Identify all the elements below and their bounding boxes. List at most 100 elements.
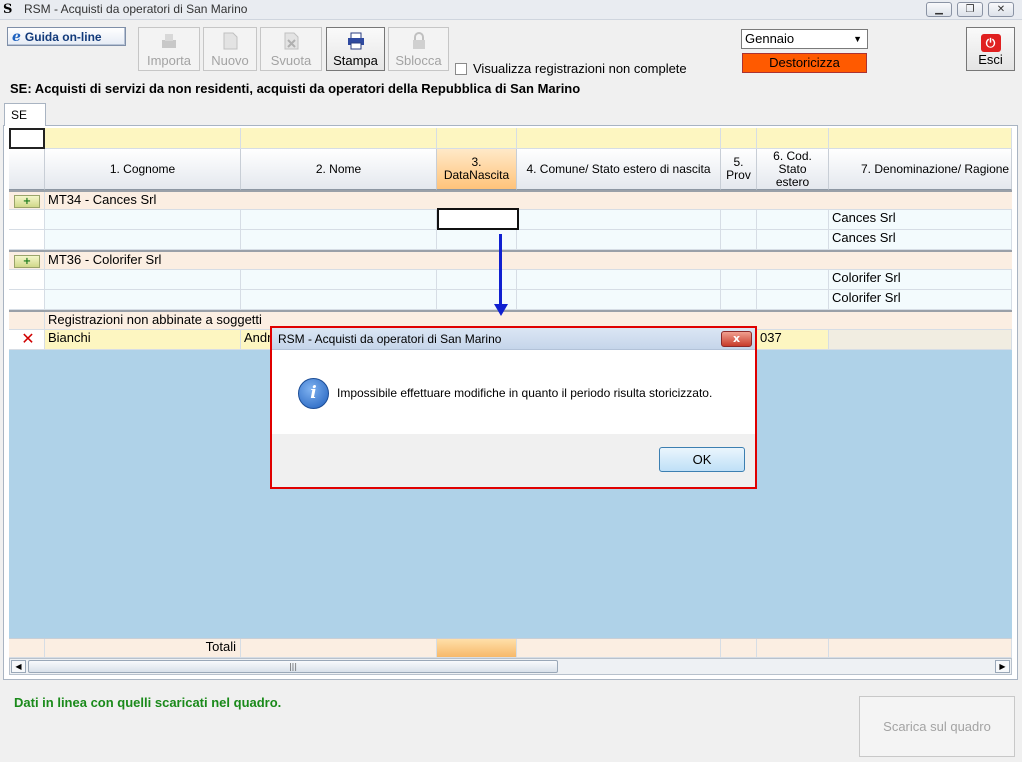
filter-cell[interactable]: [517, 128, 721, 149]
table-cell[interactable]: [829, 330, 1012, 350]
dropdown-arrow-icon: ▼: [853, 34, 862, 44]
table-cell[interactable]: Cances Srl: [829, 210, 1012, 230]
table-cell[interactable]: [721, 230, 757, 250]
group-add-cell[interactable]: +: [9, 192, 45, 210]
horizontal-scrollbar[interactable]: ◀ ||| ▶: [9, 658, 1012, 675]
destoricizza-button[interactable]: Destoricizza: [742, 53, 867, 73]
info-icon: i: [298, 378, 329, 409]
power-icon: ⏻: [980, 34, 1001, 52]
table-cell[interactable]: [241, 270, 437, 290]
col-header-label: 6. Cod.: [773, 149, 812, 163]
col-header-denominazione[interactable]: 7. Denominazione/ Ragione: [829, 149, 1012, 190]
filter-cell[interactable]: [241, 128, 437, 149]
scroll-right-icon[interactable]: ▶: [995, 660, 1010, 673]
col-header-cognome[interactable]: 1. Cognome: [45, 149, 241, 190]
esci-button[interactable]: ⏻ Esci: [966, 27, 1015, 71]
table-row[interactable]: Colorifer Srl: [9, 290, 1012, 310]
stampa-button[interactable]: Stampa: [326, 27, 385, 71]
table-row[interactable]: Cances Srl: [9, 230, 1012, 250]
table-cell[interactable]: [241, 230, 437, 250]
col-header-comune[interactable]: 4. Comune/ Stato estero di nascita: [517, 149, 721, 190]
focused-cell[interactable]: [437, 208, 519, 230]
printer-icon: [347, 32, 364, 50]
table-cell[interactable]: [721, 270, 757, 290]
sblocca-label: Sblocca: [395, 53, 442, 68]
table-cell[interactable]: [437, 230, 517, 250]
scroll-left-icon[interactable]: ◀: [11, 660, 26, 673]
table-cell[interactable]: [757, 210, 829, 230]
table-cell[interactable]: [517, 230, 721, 250]
minimize-icon[interactable]: ▁: [926, 2, 952, 17]
table-cell[interactable]: Colorifer Srl: [829, 290, 1012, 310]
scarica-sul-quadro-button[interactable]: Scarica sul quadro: [859, 696, 1015, 757]
table-cell[interactable]: [241, 210, 437, 230]
table-cell[interactable]: [757, 230, 829, 250]
non-complete-checkbox[interactable]: [455, 63, 467, 75]
sblocca-button[interactable]: Sblocca: [388, 27, 449, 71]
svuota-button[interactable]: Svuota: [260, 27, 322, 71]
col-header-datanascita[interactable]: 3. DataNascita: [437, 149, 517, 190]
totals-spacer: [9, 639, 45, 658]
totals-cell: [517, 639, 721, 658]
tab-se[interactable]: SE: [4, 103, 46, 126]
new-document-icon: [223, 32, 238, 50]
row-selector[interactable]: [9, 270, 45, 290]
header-row: 1. Cognome 2. Nome 3. DataNascita 4. Comu…: [9, 149, 1012, 190]
table-cell[interactable]: [437, 270, 517, 290]
col-header-label: 4. Comune/ Stato estero di nascita: [526, 161, 711, 176]
section-title: SE: Acquisti di servizi da non residenti…: [10, 81, 581, 96]
table-cell[interactable]: Bianchi: [45, 330, 241, 350]
group-row: + MT36 - Colorifer Srl: [9, 250, 1012, 270]
table-cell[interactable]: [45, 270, 241, 290]
group-add-cell[interactable]: +: [9, 252, 45, 270]
non-complete-checkbox-label: Visualizza registrazioni non complete: [473, 61, 687, 76]
restore-icon[interactable]: ❐: [957, 2, 983, 17]
table-cell[interactable]: [757, 270, 829, 290]
annotation-arrow: [499, 234, 502, 306]
col-header-prov[interactable]: 5. Prov: [721, 149, 757, 190]
guida-online-button[interactable]: e Guida on-line: [7, 27, 126, 46]
add-record-icon[interactable]: +: [14, 255, 40, 268]
filter-row: [9, 128, 1012, 149]
table-cell[interactable]: [45, 230, 241, 250]
table-cell[interactable]: [517, 270, 721, 290]
filter-cell[interactable]: [721, 128, 757, 149]
col-header-label: 2. Nome: [315, 161, 362, 176]
delete-record-icon[interactable]: ✕: [9, 330, 45, 350]
table-cell[interactable]: [721, 210, 757, 230]
row-selector[interactable]: [9, 290, 45, 310]
table-cell[interactable]: [45, 290, 241, 310]
filter-cell[interactable]: [829, 128, 1012, 149]
table-cell[interactable]: [45, 210, 241, 230]
table-cell[interactable]: [517, 290, 721, 310]
table-cell[interactable]: 037: [757, 330, 829, 350]
row-selector[interactable]: [9, 230, 45, 250]
nuovo-button[interactable]: Nuovo: [203, 27, 257, 71]
table-cell[interactable]: [241, 290, 437, 310]
filter-corner[interactable]: [9, 128, 45, 149]
col-header-nome[interactable]: 2. Nome: [241, 149, 437, 190]
row-selector[interactable]: [9, 210, 45, 230]
scrollbar-thumb[interactable]: |||: [28, 660, 558, 673]
col-header-cod-stato[interactable]: 6. Cod. Stato estero: [757, 149, 829, 190]
totals-label: Totali: [45, 639, 241, 658]
dialog-close-icon[interactable]: x: [721, 331, 752, 347]
table-cell[interactable]: [721, 290, 757, 310]
table-row[interactable]: Colorifer Srl: [9, 270, 1012, 290]
importa-button[interactable]: Importa: [138, 27, 200, 71]
table-cell[interactable]: [517, 210, 721, 230]
table-cell[interactable]: Colorifer Srl: [829, 270, 1012, 290]
nuovo-label: Nuovo: [211, 53, 249, 68]
close-window-icon[interactable]: ✕: [988, 2, 1014, 17]
month-value: Gennaio: [745, 31, 795, 46]
month-dropdown[interactable]: Gennaio ▼: [741, 29, 868, 49]
filter-cell[interactable]: [757, 128, 829, 149]
filter-cell[interactable]: [45, 128, 241, 149]
add-record-icon[interactable]: +: [14, 195, 40, 208]
table-cell[interactable]: [757, 290, 829, 310]
col-header-label: estero: [775, 174, 810, 189]
lock-icon: [412, 32, 425, 49]
ok-button[interactable]: OK: [659, 447, 745, 472]
filter-cell[interactable]: [437, 128, 517, 149]
table-cell[interactable]: Cances Srl: [829, 230, 1012, 250]
